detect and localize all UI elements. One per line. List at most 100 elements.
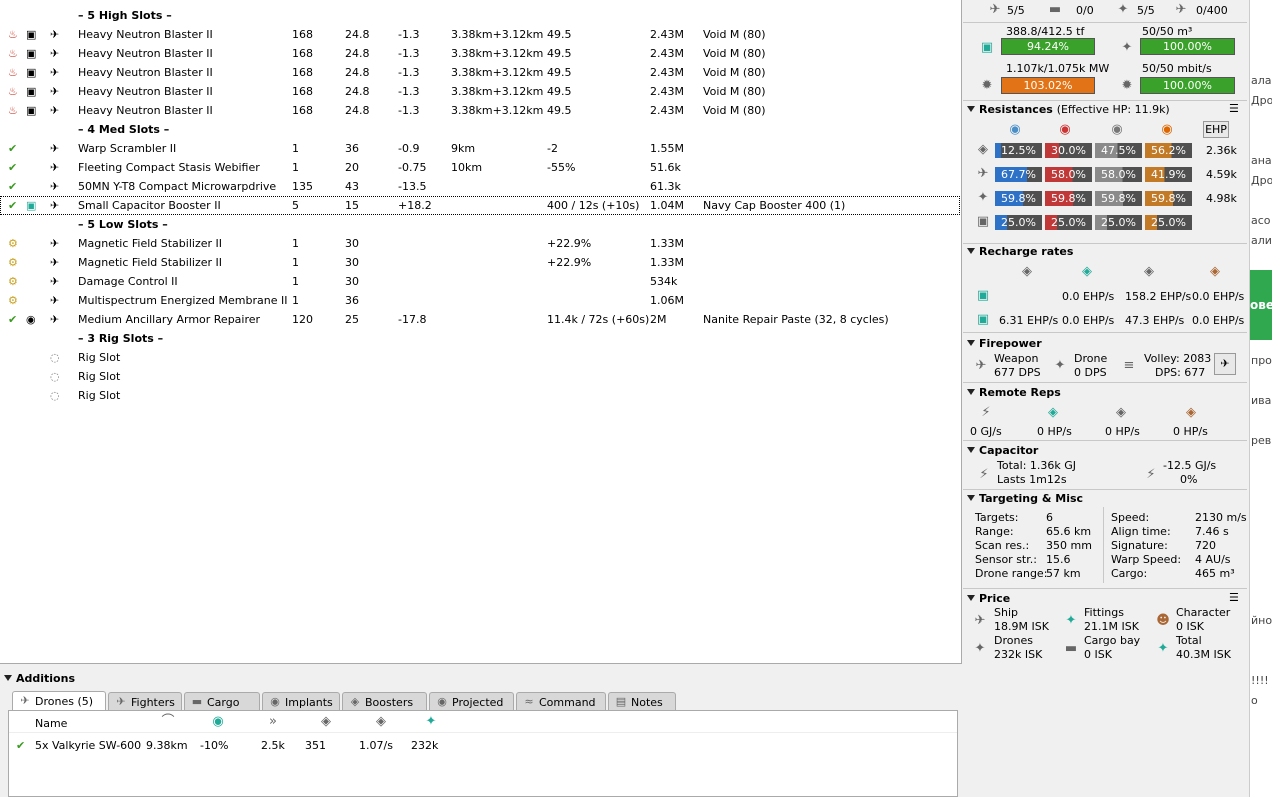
module-row[interactable]: ⚙ ✈ Damage Control II 1 30 534k xyxy=(0,272,960,291)
module-charge: Void M (80) xyxy=(703,28,766,41)
overheat-icon[interactable]: ♨ xyxy=(8,25,18,44)
fittings-price-label: Fittings xyxy=(1084,606,1124,619)
module-row[interactable]: ♨ ▣ ✈ Heavy Neutron Blaster II 168 24.8 -1.3 3.… xyxy=(0,63,960,82)
col-tracking-icon[interactable]: ◉ xyxy=(210,714,226,730)
drone-ehp: 1.07/s xyxy=(359,739,393,752)
tab-fighters-icon: ✈ xyxy=(116,695,126,708)
module-stat: 49.5 xyxy=(547,66,572,79)
active-check-icon[interactable]: ✔ xyxy=(8,158,17,177)
active-check-icon[interactable]: ✔ xyxy=(8,310,17,329)
module-price: 2M xyxy=(650,313,667,326)
tab-implants[interactable]: ◉ Implants xyxy=(262,692,340,711)
rig-slot-row[interactable]: ◌ Rig Slot xyxy=(0,386,960,405)
remote-reps-header[interactable]: Remote Reps xyxy=(963,385,1249,400)
tab-label: Fighters xyxy=(131,696,175,709)
module-row[interactable]: ♨ ▣ ✈ Heavy Neutron Blaster II 168 24.8 -1.3 3.… xyxy=(0,82,960,101)
module-price: 1.55M xyxy=(650,142,684,155)
price-header[interactable]: Price xyxy=(963,591,1249,606)
layer-ehp: 2.36k xyxy=(1206,144,1237,157)
module-row[interactable]: ♨ ▣ ✈ Heavy Neutron Blaster II 168 24.8 -1.3 3.… xyxy=(0,44,960,63)
module-powergrid: 1 xyxy=(292,142,299,155)
resist-bar: 25.0% xyxy=(1095,215,1142,230)
col-range-icon[interactable]: ⌒ xyxy=(160,714,176,730)
background-text: асо xyxy=(1251,214,1271,227)
stats-panel: ✈ 5/5 ▬ 0/0 ✦ 5/5 ✈ 0/400 ▣ 388.8/412.5 … xyxy=(963,0,1249,797)
passive-state-icon[interactable]: ⚙ xyxy=(8,291,18,310)
col-ehp-icon[interactable]: ◈ xyxy=(373,714,389,730)
resistances-menu-icon[interactable]: ☰ xyxy=(1229,102,1239,115)
tab-command[interactable]: ≈ Command xyxy=(516,692,606,711)
firepower-header[interactable]: Firepower xyxy=(963,336,1249,351)
module-row[interactable]: ⚙ ✈ Magnetic Field Stabilizer II 1 30 +22.9% 1… xyxy=(0,253,960,272)
resources: ▣ 388.8/412.5 tf 94.24% ✦ 50/50 m³ 100.0… xyxy=(963,22,1249,100)
module-range: 3.38km+3.12km xyxy=(451,47,544,60)
module-name: 50MN Y-T8 Compact Microwarpdrive xyxy=(78,180,277,193)
misc-value: 465 m³ xyxy=(1195,567,1235,580)
additions-header[interactable]: Additions xyxy=(0,671,200,686)
module-row[interactable]: ♨ ▣ ✈ Heavy Neutron Blaster II 168 24.8 -1.3 3.… xyxy=(0,25,960,44)
shield-rep-icon: ◈ xyxy=(1048,405,1058,420)
overheat-icon[interactable]: ♨ xyxy=(8,63,18,82)
col-hp-icon[interactable]: ◈ xyxy=(318,714,334,730)
dps-settings-button[interactable]: ✈ xyxy=(1214,353,1236,375)
misc-label: Align time: xyxy=(1111,525,1171,538)
module-row[interactable]: ✔ ✈ Fleeting Compact Stasis Webifier 1 20 -0.… xyxy=(0,158,960,177)
module-cap: -1.3 xyxy=(398,85,420,98)
price-menu-icon[interactable]: ☰ xyxy=(1229,591,1239,604)
module-row[interactable]: ✔ ✈ 50MN Y-T8 Compact Microwarpdrive 135 43 -… xyxy=(0,177,960,196)
tab-projected[interactable]: ◉ Projected xyxy=(429,692,514,711)
module-row[interactable]: ♨ ▣ ✈ Heavy Neutron Blaster II 168 24.8 -1.3 3.… xyxy=(0,101,960,120)
drone-active-check-icon[interactable]: ✔ xyxy=(16,736,25,755)
capacitor-section: Capacitor ⚡ Total: 1.36k GJ Lasts 1m12s … xyxy=(963,443,1249,489)
tab-drones-icon: ✈ xyxy=(20,694,30,707)
overheat-icon[interactable]: ♨ xyxy=(8,82,18,101)
col-speed-icon[interactable]: » xyxy=(265,714,281,730)
module-cpu: 24.8 xyxy=(345,66,370,79)
capacitor-header[interactable]: Capacitor xyxy=(963,443,1249,458)
col-name[interactable]: Name xyxy=(35,717,67,730)
tab-boosters[interactable]: ◈ Boosters xyxy=(342,692,427,711)
armor-layer-icon: ✈ xyxy=(977,166,989,181)
hull-icon: ◈ xyxy=(1210,264,1220,279)
overheat-icon[interactable]: ♨ xyxy=(8,44,18,63)
passive-state-icon[interactable]: ⚙ xyxy=(8,234,18,253)
active-check-icon[interactable]: ✔ xyxy=(8,139,17,158)
module-price: 1.04M xyxy=(650,199,684,212)
empty-rig-icon: ◌ xyxy=(50,370,60,383)
recharge-header[interactable]: Recharge rates xyxy=(963,244,1249,259)
passive-state-icon[interactable]: ⚙ xyxy=(8,253,18,272)
overheat-icon[interactable]: ♨ xyxy=(8,101,18,120)
module-range: 9km xyxy=(451,142,476,155)
active-check-icon[interactable]: ✔ xyxy=(8,177,17,196)
passive-state-icon[interactable]: ⚙ xyxy=(8,272,18,291)
module-price: 51.6k xyxy=(650,161,681,174)
resist-value: 30.0% xyxy=(1051,144,1086,157)
module-icon: ✈ xyxy=(50,161,60,174)
tab-drones[interactable]: ✈ Drones (5) xyxy=(12,691,106,711)
module-row[interactable]: ⚙ ✈ Multispectrum Energized Membrane II 1 36… xyxy=(0,291,960,310)
module-row[interactable]: ✔ ▣ ✈ Small Capacitor Booster II 5 15 +18.2 400… xyxy=(0,196,960,215)
launcher-icon: ▬ xyxy=(1048,2,1062,17)
col-price-icon[interactable]: ✦ xyxy=(423,714,439,730)
module-row[interactable]: ✔ ◉ ✈ Medium Ancillary Armor Repairer 120 25 -… xyxy=(0,310,960,329)
rig-slot-row[interactable]: ◌ Rig Slot xyxy=(0,367,960,386)
remote-cap-value: 0 GJ/s xyxy=(970,425,1002,438)
tab-cargo[interactable]: ▬ Cargo xyxy=(184,692,260,711)
active-check-icon[interactable]: ✔ xyxy=(8,196,17,215)
tab-fighters[interactable]: ✈ Fighters xyxy=(108,692,182,711)
drone-row[interactable]: ✔ 5x Valkyrie SW-600 9.38km -10% 2.5k 35… xyxy=(9,736,957,755)
tab-notes[interactable]: ▤ Notes xyxy=(608,692,676,711)
rig-slot-row[interactable]: ◌ Rig Slot xyxy=(0,348,960,367)
module-row[interactable]: ✔ ✈ Warp Scrambler II 1 36 -0.9 9km -2 1.55M xyxy=(0,139,960,158)
module-cap: -1.3 xyxy=(398,66,420,79)
module-price: 1.33M xyxy=(650,237,684,250)
ehp-toggle-button[interactable]: EHP xyxy=(1203,121,1229,138)
module-row[interactable]: ⚙ ✈ Magnetic Field Stabilizer II 1 30 +22.9% 1… xyxy=(0,234,960,253)
drones-table: Name ⌒ ◉ » ◈ ◈ ✦ ✔ 5x Valkyrie SW-600 9.… xyxy=(8,710,958,797)
resistances-header[interactable]: Resistances (Effective HP: 11.9k) xyxy=(963,102,1249,117)
charge-icon: ▣ xyxy=(26,28,37,41)
module-stat: +22.9% xyxy=(547,237,592,250)
tab-label: Implants xyxy=(285,696,333,709)
targeting-header[interactable]: Targeting & Misc xyxy=(963,491,1249,506)
volley-icon: ≡ xyxy=(1123,358,1135,373)
